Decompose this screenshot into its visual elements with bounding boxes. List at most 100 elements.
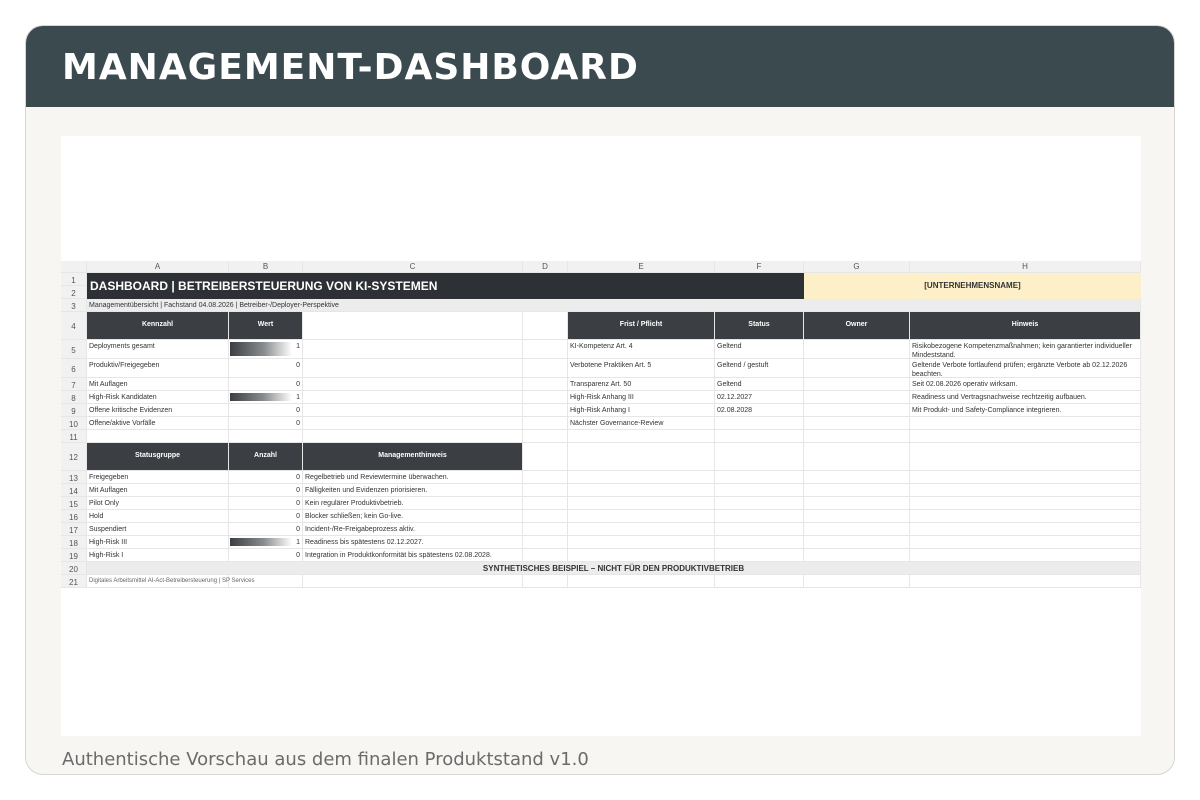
grid-cell[interactable] (568, 523, 715, 536)
column-header-h[interactable]: H (910, 261, 1141, 273)
grid-cell[interactable] (910, 430, 1141, 443)
grid-cell[interactable] (303, 417, 523, 430)
row-header-12[interactable]: 12 (61, 443, 87, 471)
grid-cell[interactable] (715, 443, 804, 471)
grid-cell[interactable] (568, 510, 715, 523)
deadline-owner[interactable] (804, 359, 910, 378)
column-header-c[interactable]: C (303, 261, 523, 273)
grid-cell[interactable] (523, 378, 568, 391)
row-header-9[interactable]: 9 (61, 404, 87, 417)
grid-cell[interactable] (910, 510, 1141, 523)
grid-cell[interactable] (804, 549, 910, 562)
row-header-6[interactable]: 6 (61, 359, 87, 378)
row-header-2[interactable]: 2 (61, 286, 87, 299)
grid-cell[interactable] (523, 391, 568, 404)
grid-cell[interactable] (804, 471, 910, 484)
deadline-owner[interactable] (804, 340, 910, 359)
grid-cell[interactable] (804, 430, 910, 443)
grid-cell[interactable] (804, 484, 910, 497)
row-header-13[interactable]: 13 (61, 471, 87, 484)
deadline-owner[interactable] (804, 404, 910, 417)
grid-cell[interactable] (568, 443, 715, 471)
grid-cell[interactable] (523, 430, 568, 443)
grid-cell[interactable] (568, 484, 715, 497)
grid-cell[interactable] (523, 417, 568, 430)
grid-cell[interactable] (523, 404, 568, 417)
grid-cell[interactable] (910, 549, 1141, 562)
grid-cell[interactable] (715, 430, 804, 443)
row-header-21[interactable]: 21 (61, 575, 87, 588)
grid-cell[interactable] (523, 497, 568, 510)
grid-cell[interactable] (523, 359, 568, 378)
column-header-e[interactable]: E (568, 261, 715, 273)
row-header-18[interactable]: 18 (61, 536, 87, 549)
grid-cell[interactable] (229, 430, 303, 443)
deadline-owner[interactable] (804, 417, 910, 430)
grid-cell[interactable] (910, 484, 1141, 497)
kpi-value-text: 0 (296, 407, 300, 414)
row-header-4[interactable]: 4 (61, 312, 87, 340)
column-header-g[interactable]: G (804, 261, 910, 273)
grid-cell[interactable] (303, 430, 523, 443)
grid-cell[interactable] (303, 404, 523, 417)
grid-cell[interactable] (303, 378, 523, 391)
grid-cell[interactable] (715, 497, 804, 510)
grid-cell[interactable] (715, 549, 804, 562)
grid-cell[interactable] (523, 523, 568, 536)
grid-cell[interactable] (804, 497, 910, 510)
grid-cell[interactable] (303, 391, 523, 404)
grid-cell[interactable] (910, 497, 1141, 510)
row-header-10[interactable]: 10 (61, 417, 87, 430)
grid-cell[interactable] (804, 510, 910, 523)
grid-cell[interactable] (523, 312, 568, 340)
row-header-3[interactable]: 3 (61, 299, 87, 312)
grid-cell[interactable] (568, 471, 715, 484)
grid-cell[interactable] (523, 549, 568, 562)
deadline-owner[interactable] (804, 378, 910, 391)
grid-cell[interactable] (715, 536, 804, 549)
grid-cell[interactable] (715, 510, 804, 523)
grid-cell[interactable] (910, 471, 1141, 484)
grid-cell[interactable] (804, 523, 910, 536)
column-header-f[interactable]: F (715, 261, 804, 273)
column-header-b[interactable]: B (229, 261, 303, 273)
grid-cell[interactable] (523, 484, 568, 497)
grid-cell[interactable] (715, 484, 804, 497)
grid-cell[interactable] (523, 340, 568, 359)
grid-cell[interactable] (568, 536, 715, 549)
grid-cell[interactable] (568, 497, 715, 510)
row-header-11[interactable]: 11 (61, 430, 87, 443)
grid-cell[interactable] (303, 340, 523, 359)
row-header-5[interactable]: 5 (61, 340, 87, 359)
grid-cell[interactable] (910, 523, 1141, 536)
grid-cell[interactable] (804, 443, 910, 471)
grid-cell[interactable] (303, 359, 523, 378)
company-name-placeholder[interactable]: [UNTERNEHMENSNAME] (804, 273, 1141, 299)
row-header-15[interactable]: 15 (61, 497, 87, 510)
grid-cell[interactable] (87, 430, 229, 443)
grid-cell[interactable] (523, 471, 568, 484)
row-header-8[interactable]: 8 (61, 391, 87, 404)
grid-cell[interactable] (804, 536, 910, 549)
grid-cell[interactable] (715, 523, 804, 536)
grid-cell[interactable] (568, 549, 715, 562)
grid-cell[interactable] (910, 443, 1141, 471)
row-header-1[interactable]: 1 (61, 273, 87, 286)
grid-cell[interactable] (303, 312, 523, 340)
grid-cell[interactable] (523, 510, 568, 523)
column-header-a[interactable]: A (87, 261, 229, 273)
row-header-16[interactable]: 16 (61, 510, 87, 523)
deadline-owner[interactable] (804, 391, 910, 404)
row-header-20[interactable]: 20 (61, 562, 87, 575)
grid-cell[interactable] (715, 471, 804, 484)
grid-cell[interactable] (523, 443, 568, 471)
row-header-17[interactable]: 17 (61, 523, 87, 536)
row-header-19[interactable]: 19 (61, 549, 87, 562)
grid-cell[interactable] (523, 536, 568, 549)
row-header-14[interactable]: 14 (61, 484, 87, 497)
column-header-d[interactable]: D (523, 261, 568, 273)
grid-cell[interactable] (568, 430, 715, 443)
deadline-status: Geltend / gestuft (715, 359, 804, 378)
row-header-7[interactable]: 7 (61, 378, 87, 391)
grid-cell[interactable] (910, 536, 1141, 549)
